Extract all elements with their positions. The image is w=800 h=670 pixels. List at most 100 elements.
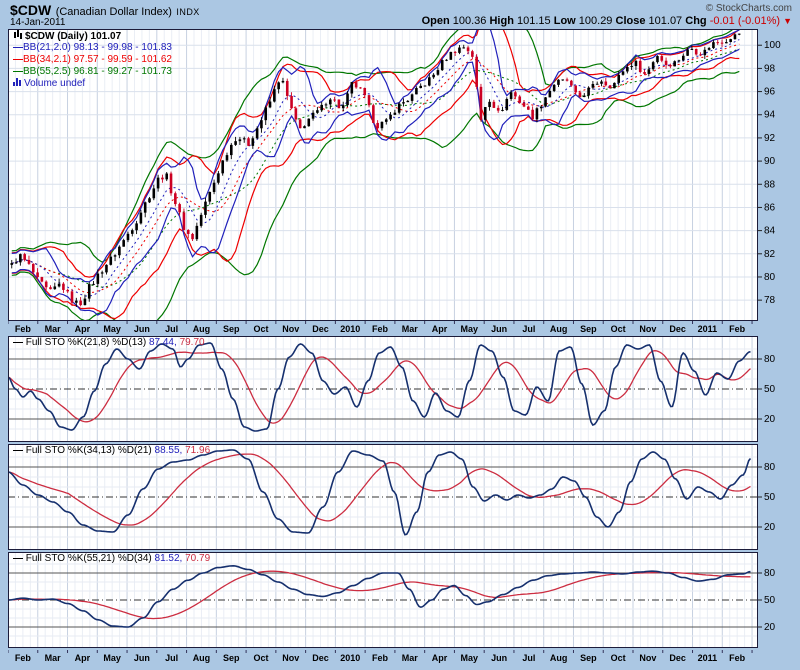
stoch-34-13-d-value: 71.96	[185, 445, 210, 456]
svg-text:Aug: Aug	[193, 324, 211, 334]
copyright-label: © StockCharts.com	[706, 3, 792, 14]
svg-text:Mar: Mar	[402, 653, 419, 663]
stoch-34-13-k-value: 88.55,	[155, 445, 183, 456]
svg-text:50: 50	[764, 492, 776, 503]
stoch-34-13-label: Full STO %K(34,13) %D(21)	[26, 445, 152, 456]
legend-bb55-row: —BB(55,2.5) 96.81 - 99.27 - 101.73	[13, 66, 172, 78]
month-axis-top-canvas: Feb Mar Apr May Jun Jul Aug Sep Oct Nov Dec 2010 Feb…	[8, 321, 798, 336]
stoch-55-21-label: Full STO %K(55,21) %D(34)	[26, 553, 152, 564]
svg-text:Jul: Jul	[165, 653, 178, 663]
svg-text:Apr: Apr	[75, 653, 91, 663]
svg-text:Jul: Jul	[165, 324, 178, 334]
svg-text:Oct: Oct	[611, 324, 626, 334]
svg-text:94: 94	[764, 110, 776, 121]
legend-bb21-text: BB(21,2.0) 98.13 - 99.98 - 101.83	[23, 42, 172, 53]
svg-text:Dec: Dec	[669, 653, 686, 663]
svg-text:Jun: Jun	[491, 324, 507, 334]
svg-text:May: May	[103, 653, 121, 663]
legend-dash: —	[13, 445, 23, 456]
svg-text:Nov: Nov	[282, 324, 299, 334]
close-label: Close	[616, 15, 646, 27]
legend-bb34-text: BB(34,2.1) 97.57 - 99.59 - 101.62	[23, 54, 172, 65]
svg-text:2010: 2010	[340, 653, 360, 663]
svg-text:Dec: Dec	[312, 653, 329, 663]
svg-text:Feb: Feb	[15, 653, 32, 663]
svg-text:Mar: Mar	[45, 324, 62, 334]
svg-text:84: 84	[764, 226, 776, 237]
svg-text:Dec: Dec	[312, 324, 329, 334]
legend-volume-text: Volume undef	[24, 78, 85, 89]
stoch-55-21-k-value: 81.52,	[155, 553, 183, 564]
svg-text:Apr: Apr	[75, 324, 91, 334]
svg-text:88: 88	[764, 179, 776, 190]
svg-text:Feb: Feb	[372, 324, 389, 334]
svg-text:Oct: Oct	[253, 324, 268, 334]
svg-text:100: 100	[764, 40, 781, 51]
low-label: Low	[554, 15, 576, 27]
svg-text:Jul: Jul	[522, 324, 535, 334]
stoch-55-21-canvas: 805020	[8, 552, 798, 648]
svg-text:80: 80	[764, 272, 776, 283]
svg-text:Sep: Sep	[223, 324, 240, 334]
stoch-34-13-legend: — Full STO %K(34,13) %D(21) 88.55, 71.96	[13, 445, 210, 456]
stoch-21-8-canvas: 805020	[8, 336, 798, 442]
svg-text:Aug: Aug	[550, 324, 568, 334]
svg-text:92: 92	[764, 133, 776, 144]
stoch-21-8-d-value: 79.70	[180, 337, 205, 348]
svg-text:80: 80	[764, 568, 776, 579]
svg-text:2011: 2011	[698, 324, 718, 334]
quote-summary: Open 100.36 High 101.15 Low 100.29 Close…	[422, 15, 792, 27]
svg-text:Aug: Aug	[550, 653, 568, 663]
month-axis-bottom-canvas: FebMarAprMayJunJulAugSepOctNovDec2010Feb…	[8, 650, 798, 665]
legend-bb34-row: —BB(34,2.1) 97.57 - 99.59 - 101.62	[13, 54, 172, 66]
svg-text:80: 80	[764, 462, 776, 473]
legend-volume-row: Volume undef	[13, 78, 172, 90]
open-value: 100.36	[453, 15, 487, 27]
main-price-chart: 1009896949290888684828078 $CDW (Daily) 1…	[8, 29, 798, 321]
legend-bb21-row: —BB(21,2.0) 98.13 - 99.98 - 101.83	[13, 42, 172, 54]
stoch-34-13-canvas: 805020	[8, 444, 798, 550]
svg-text:78: 78	[764, 295, 776, 306]
high-value: 101.15	[517, 15, 551, 27]
stoch-21-8-label: Full STO %K(21,8) %D(13)	[26, 337, 146, 348]
legend-dash: —	[13, 553, 23, 564]
main-chart-legend: $CDW (Daily) 101.07 —BB(21,2.0) 98.13 - …	[13, 30, 172, 90]
svg-text:98: 98	[764, 63, 776, 74]
svg-text:May: May	[461, 324, 479, 334]
stoch-panel-34-13: 805020 — Full STO %K(34,13) %D(21) 88.55…	[8, 444, 798, 550]
stoch-21-8-k-value: 87.44,	[149, 337, 177, 348]
month-axis-bottom: FebMarAprMayJunJulAugSepOctNovDec2010Feb…	[8, 650, 798, 665]
stoch-panel-21-8: 805020 — Full STO %K(21,8) %D(13) 87.44,…	[8, 336, 798, 442]
stoch-panel-55-21: 805020 — Full STO %K(55,21) %D(34) 81.52…	[8, 552, 798, 648]
svg-text:50: 50	[764, 384, 776, 395]
svg-text:Feb: Feb	[15, 324, 32, 334]
month-axis-top: Feb Mar Apr May Jun Jul Aug Sep Oct Nov Dec 2010 Feb…	[8, 321, 798, 336]
ticker-symbol: $CDW	[10, 2, 51, 18]
svg-text:Sep: Sep	[580, 324, 597, 334]
svg-text:Dec: Dec	[669, 324, 686, 334]
svg-text:90: 90	[764, 156, 776, 167]
open-label: Open	[422, 15, 450, 27]
candlestick-chart-icon	[13, 30, 23, 39]
svg-text:80: 80	[764, 354, 776, 365]
svg-text:Apr: Apr	[432, 653, 448, 663]
chg-value: -0.01 (-0.01%)	[710, 15, 780, 27]
svg-text:Sep: Sep	[580, 653, 597, 663]
stoch-55-21-d-value: 70.79	[185, 553, 210, 564]
svg-text:2010: 2010	[340, 324, 360, 334]
stockcharts-chart-page: $CDW (Canadian Dollar Index) INDX © Stoc…	[0, 0, 800, 670]
svg-text:May: May	[461, 653, 479, 663]
svg-text:20: 20	[764, 622, 776, 633]
chart-date: 14-Jan-2011	[10, 17, 65, 28]
svg-text:Jun: Jun	[134, 324, 150, 334]
volume-bars-icon	[13, 78, 22, 86]
svg-text:Feb: Feb	[372, 653, 389, 663]
svg-text:Nov: Nov	[639, 324, 656, 334]
legend-symbol-text: $CDW (Daily) 101.07	[25, 31, 121, 42]
svg-text:96: 96	[764, 87, 776, 98]
svg-text:Feb: Feb	[729, 653, 746, 663]
ticker-description: (Canadian Dollar Index)	[56, 6, 172, 18]
svg-text:2011: 2011	[698, 653, 718, 663]
svg-text:86: 86	[764, 202, 776, 213]
svg-text:Oct: Oct	[611, 653, 626, 663]
